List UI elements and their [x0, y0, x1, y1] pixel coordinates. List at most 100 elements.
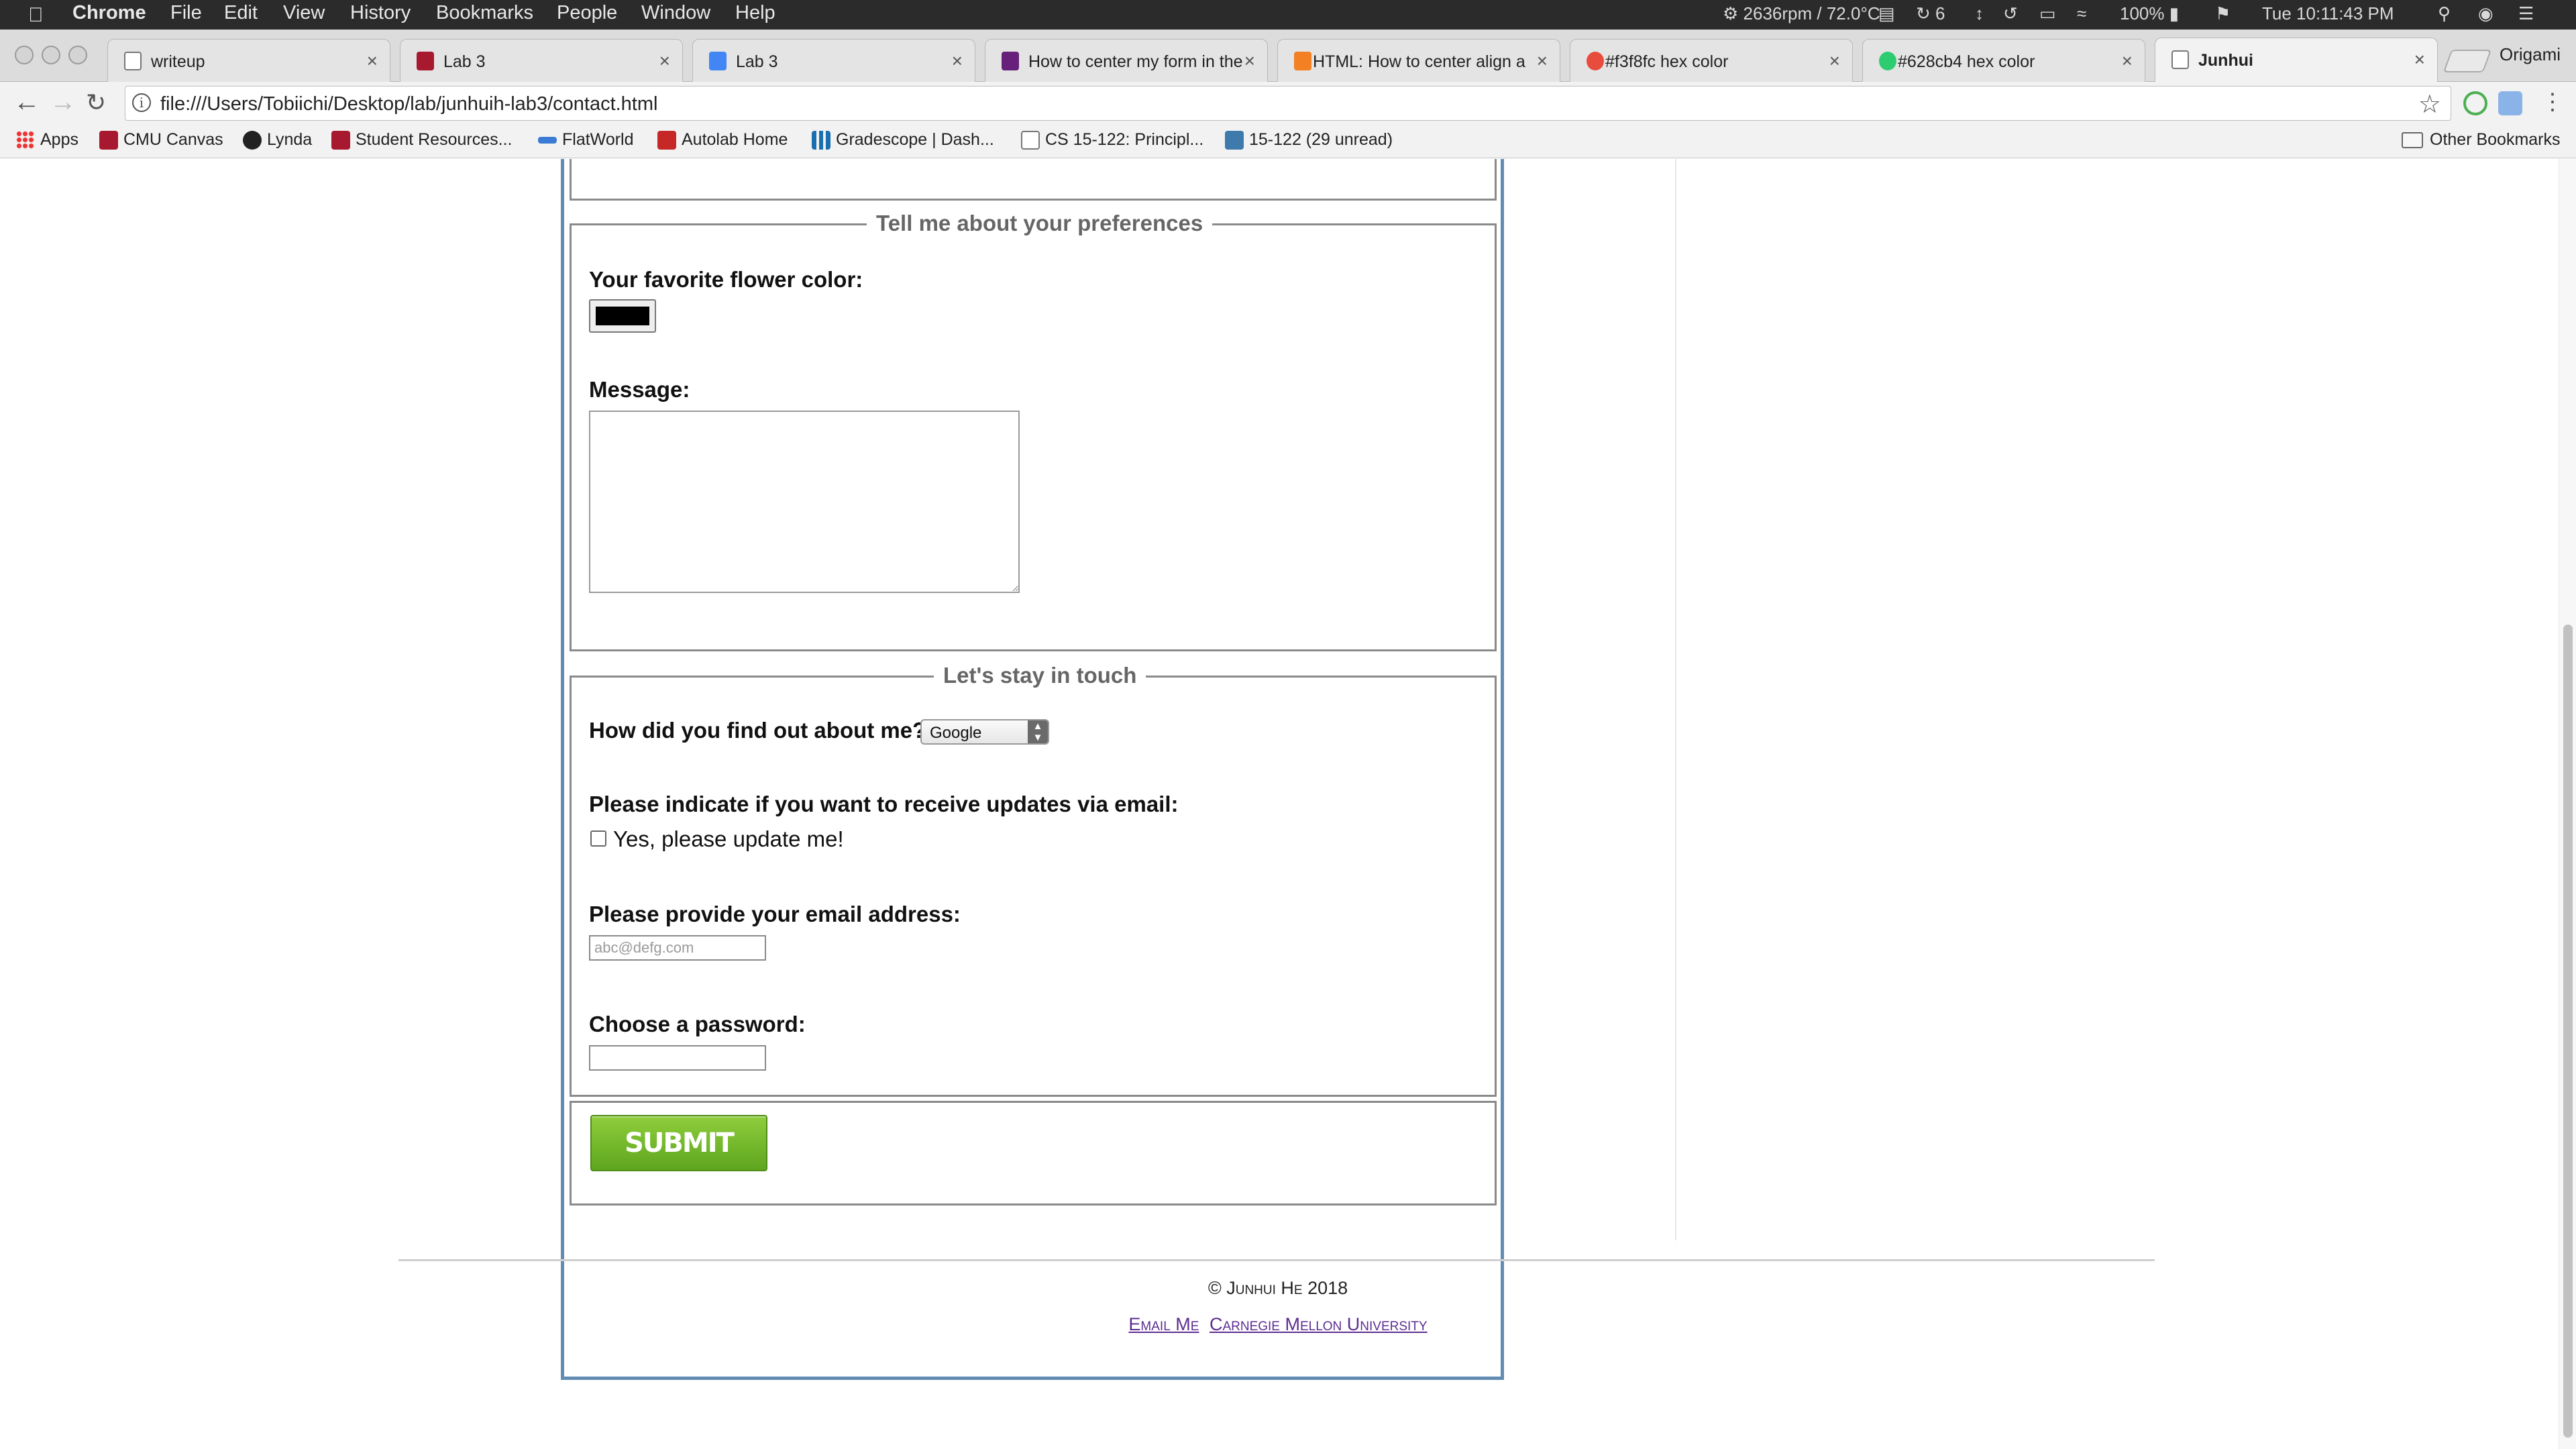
close-window-button[interactable]	[15, 46, 34, 64]
new-tab-button[interactable]	[2443, 50, 2492, 72]
spotlight-icon[interactable]: ⚲	[2438, 3, 2451, 24]
menu-app-name[interactable]: Chrome	[72, 2, 146, 24]
extension-off-icon[interactable]	[2498, 91, 2522, 115]
minimize-window-button[interactable]	[42, 46, 60, 64]
menu-kebab-icon[interactable]: ⋮	[2541, 89, 2564, 115]
fan-icon: ⚙	[1723, 3, 1739, 23]
profile-name[interactable]: Origami	[2500, 44, 2561, 65]
cmu-link[interactable]: Carnegie Mellon University	[1210, 1314, 1428, 1334]
bookmark-label: CS 15-122: Principl...	[1045, 130, 1204, 149]
bookmark-label: CMU Canvas	[123, 130, 223, 149]
close-tab-icon[interactable]: ×	[952, 50, 963, 72]
page-icon	[1021, 131, 1040, 150]
menu-view[interactable]: View	[283, 2, 325, 24]
close-tab-icon[interactable]: ×	[367, 50, 378, 72]
stackoverflow-icon	[1294, 52, 1311, 70]
bookmark-label: Other Bookmarks	[2430, 130, 2561, 149]
wifi-icon[interactable]: ≈	[2077, 3, 2086, 24]
timemachine-icon[interactable]: ↺	[2003, 3, 2018, 24]
back-arrow-icon[interactable]: ←	[13, 87, 40, 117]
updates-checkbox[interactable]	[590, 830, 606, 847]
bookmark-star-icon[interactable]: ☆	[2418, 89, 2441, 119]
close-tab-icon[interactable]: ×	[1829, 50, 1840, 72]
menu-history[interactable]: History	[350, 2, 411, 24]
input-source-flag-icon[interactable]: ⚑	[2215, 3, 2231, 24]
tab-lab3-docs[interactable]: Lab 3 ×	[692, 39, 975, 82]
forward-arrow-icon[interactable]: →	[50, 87, 76, 117]
color-swatch	[596, 307, 649, 325]
tab-center-align[interactable]: HTML: How to center align a ×	[1277, 39, 1560, 82]
password-label: Choose a password:	[589, 1012, 806, 1036]
bookmark-autolab[interactable]: Autolab Home	[657, 130, 788, 150]
bookmark-piazza[interactable]: 15-122 (29 unread)	[1225, 130, 1393, 150]
canvas-icon	[99, 131, 118, 150]
close-tab-icon[interactable]: ×	[1537, 50, 1548, 72]
flower-color-picker[interactable]	[589, 299, 656, 333]
fan-readout: 2636rpm / 72.0°C	[1743, 3, 1880, 23]
clock[interactable]: Tue 10:11:43 PM	[2262, 3, 2394, 24]
sidebar-divider	[1675, 159, 1676, 1240]
menu-file[interactable]: File	[170, 2, 202, 24]
battery-status[interactable]: 100% ▮	[2120, 3, 2179, 24]
user-icon[interactable]: ◉	[2478, 3, 2493, 24]
address-url[interactable]: file:///Users/Tobiichi/Desktop/lab/junhu…	[160, 93, 657, 115]
color-wheel-icon	[1587, 52, 1604, 70]
notification-count[interactable]: ↻ 6	[1916, 3, 1945, 24]
menu-people[interactable]: People	[557, 2, 617, 24]
tab-junhui-active[interactable]: Junhui ×	[2155, 38, 2438, 83]
tab-hex-628cb4[interactable]: #628cb4 hex color ×	[1862, 39, 2145, 82]
bookmark-label: Autolab Home	[682, 130, 788, 149]
info-icon[interactable]: i	[132, 93, 151, 112]
usb-icon[interactable]: ↕	[1975, 3, 1984, 24]
flower-color-label: Your favorite flower color:	[589, 267, 863, 292]
airplay-icon[interactable]: ▭	[2039, 3, 2056, 24]
notification-center-icon[interactable]: ☰	[2518, 3, 2534, 24]
bookmark-label: FlatWorld	[562, 130, 634, 149]
bookmark-lynda[interactable]: Lynda	[243, 130, 312, 150]
bookmark-other[interactable]: Other Bookmarks	[2402, 130, 2561, 150]
message-textarea[interactable]	[589, 411, 1020, 593]
tab-writeup[interactable]: writeup ×	[107, 39, 390, 82]
bookmark-gradescope[interactable]: Gradescope | Dash...	[812, 130, 994, 150]
tab-hex-f3f8fc[interactable]: #f3f8fc hex color ×	[1570, 39, 1853, 82]
message-label: Message:	[589, 377, 690, 402]
apple-icon[interactable]: 	[28, 4, 44, 27]
autolab-icon	[657, 131, 676, 150]
bookmark-flatworld[interactable]: FlatWorld	[538, 130, 634, 150]
close-tab-icon[interactable]: ×	[1244, 50, 1255, 72]
found-out-label: How did you find out about me?	[589, 718, 926, 743]
email-me-link[interactable]: Email Me	[1128, 1314, 1199, 1334]
scrollbar-thumb[interactable]	[2563, 625, 2573, 1438]
menu-edit[interactable]: Edit	[224, 2, 258, 24]
footer-links: Email Me Carnegie Mellon University	[0, 1314, 2556, 1335]
close-tab-icon[interactable]: ×	[2414, 49, 2425, 70]
address-bar[interactable]: i file:///Users/Tobiichi/Desktop/lab/jun…	[125, 86, 2451, 121]
menu-help[interactable]: Help	[735, 2, 775, 24]
extension-sync-icon[interactable]	[2463, 91, 2487, 115]
reload-icon[interactable]: ↻	[86, 89, 106, 117]
menu-bookmarks[interactable]: Bookmarks	[436, 2, 533, 24]
password-input[interactable]	[589, 1045, 766, 1071]
menu-window[interactable]: Window	[641, 2, 710, 24]
email-label: Please provide your email address:	[589, 902, 961, 926]
drive-icon[interactable]: ▤	[1878, 3, 1895, 24]
page-scrollbar[interactable]	[2559, 159, 2576, 1449]
tab-lab3-canvas[interactable]: Lab 3 ×	[400, 39, 683, 82]
tab-title: writeup	[151, 52, 205, 71]
apps-grid-icon	[16, 131, 35, 150]
bookmark-label: Apps	[40, 130, 78, 149]
email-input[interactable]	[589, 935, 766, 961]
zoom-window-button[interactable]	[68, 46, 87, 64]
bookmark-cmu-canvas[interactable]: CMU Canvas	[99, 130, 223, 150]
close-tab-icon[interactable]: ×	[659, 50, 670, 72]
lynda-icon	[243, 131, 262, 150]
bookmark-cs15122[interactable]: CS 15-122: Principl...	[1021, 130, 1203, 150]
close-tab-icon[interactable]: ×	[2122, 50, 2133, 72]
updates-option-label[interactable]: Yes, please update me!	[613, 826, 844, 852]
found-out-select[interactable]: Google ▲ ▼	[920, 719, 1049, 745]
fan-status[interactable]: ⚙ 2636rpm / 72.0°C	[1723, 3, 1880, 24]
submit-button[interactable]: SUBMIT	[590, 1115, 767, 1171]
bookmark-student-resources[interactable]: Student Resources...	[331, 130, 512, 150]
bookmark-apps[interactable]: Apps	[16, 130, 78, 150]
tab-center-form[interactable]: How to center my form in the ×	[985, 39, 1268, 82]
